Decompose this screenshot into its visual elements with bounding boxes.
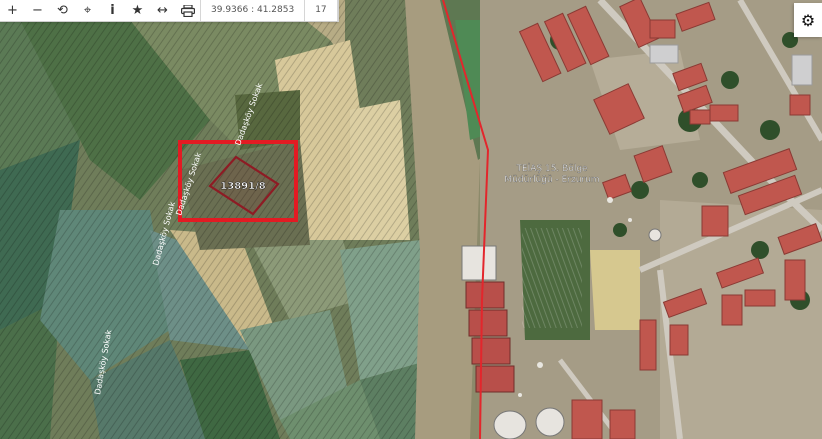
print-icon[interactable] xyxy=(175,0,200,21)
refresh-icon[interactable]: ⟲ xyxy=(50,0,75,21)
parcel-label: 13891/8 xyxy=(220,181,265,192)
minus-icon[interactable]: − xyxy=(25,0,50,21)
poi-label-line2: Müdürlüğü - Erzurum xyxy=(504,175,599,185)
settings-button[interactable]: ⚙ xyxy=(794,3,822,37)
info-icon[interactable]: i xyxy=(100,0,125,21)
plus-icon[interactable]: + xyxy=(0,0,25,21)
gear-icon: ⚙ xyxy=(800,10,816,30)
poi-label-line1: TEİAŞ 15. Bölge xyxy=(515,163,588,174)
crosshair-icon[interactable]: ⌖ xyxy=(75,0,100,21)
star-icon[interactable]: ★ xyxy=(125,0,150,21)
map-toolbar: + − ⟲ ⌖ i ★ ↔ 39.9366 : 41.2853 17 xyxy=(0,0,339,22)
measure-icon[interactable]: ↔ xyxy=(150,0,175,21)
satellite-map[interactable]: 13891/8 Dadaşköy Sokak Dadaşköy Sokak Da… xyxy=(0,0,822,439)
zoom-level-display: 17 xyxy=(315,5,327,15)
coordinate-display: 39.9366 : 41.2853 xyxy=(211,5,295,15)
